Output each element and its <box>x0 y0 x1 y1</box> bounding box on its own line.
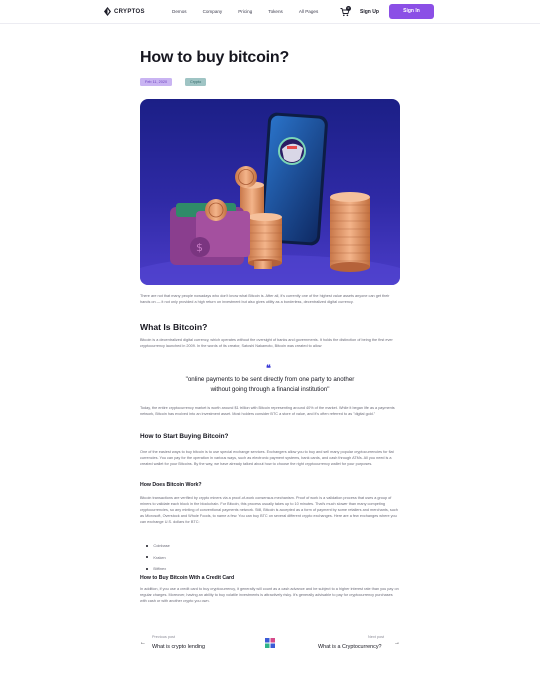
intro-paragraph: There are not that many people nowadays … <box>140 294 390 304</box>
exchange-list: Coinbase Kraken Bitfinex <box>146 540 170 575</box>
paragraph-credit-card: In addition, if you use a credit card to… <box>140 587 399 603</box>
previous-post-link[interactable]: What is crypto lending <box>152 644 205 650</box>
paragraph-what-is-bitcoin: Bitcoin is a decentralized digital curre… <box>140 338 393 348</box>
article-title: How to buy bitcoin? <box>140 49 290 66</box>
menu-item-pricing[interactable]: Pricing <box>238 9 252 14</box>
logo[interactable]: CRYPTOS <box>104 7 145 16</box>
bullet-icon <box>146 544 149 547</box>
sign-in-button[interactable]: Sign In <box>389 4 434 19</box>
category-tag[interactable]: Crypto <box>185 78 207 86</box>
bullet-icon <box>146 556 149 559</box>
quote-icon: ❝ <box>266 364 271 374</box>
cart-count-badge: 0 <box>346 6 351 11</box>
heading-how-to-start: How to Start Buying Bitcoin? <box>140 433 229 440</box>
sign-up-link[interactable]: Sign Up <box>360 9 379 15</box>
next-arrow-icon[interactable]: → <box>394 640 400 646</box>
paragraph-after-quote: Today, the entire cryptocurrency market … <box>140 406 395 416</box>
next-post-link[interactable]: What is a Cryptocurrency? <box>318 644 382 650</box>
heading-credit-card: How to Buy Bitcoin With a Credit Card <box>140 575 235 581</box>
list-item: Coinbase <box>146 540 170 552</box>
next-post-label: Next post <box>368 635 385 639</box>
list-item: Bitfinex <box>146 563 170 575</box>
menu-item-tokens[interactable]: Tokens <box>268 9 283 14</box>
grid-icon[interactable] <box>265 638 275 648</box>
top-navbar: CRYPTOS Demos Company Pricing Tokens All… <box>0 0 540 24</box>
previous-post-label: Previous post <box>152 635 176 639</box>
heading-how-bitcoin-works: How Does Bitcoin Work? <box>140 482 202 488</box>
date-badge: Feb 11, 2020 <box>140 78 173 86</box>
list-item: Kraken <box>146 552 170 564</box>
menu-item-company[interactable]: Company <box>203 9 223 14</box>
previous-arrow-icon[interactable]: ← <box>140 640 146 646</box>
logo-icon <box>104 7 111 16</box>
coin-stack-right <box>330 192 370 272</box>
heading-what-is-bitcoin: What Is Bitcoin? <box>140 322 208 332</box>
menu-item-demos[interactable]: Demos <box>172 9 187 14</box>
paragraph-how-to-start: One of the easiest ways to buy bitcoin i… <box>140 450 394 466</box>
svg-text:$: $ <box>196 241 203 254</box>
menu-item-all-pages[interactable]: All Pages <box>299 9 318 14</box>
hero-image: $ <box>140 99 400 285</box>
pull-quote: "online payments to be sent directly fro… <box>185 376 355 393</box>
logo-text: CRYPTOS <box>114 8 145 15</box>
main-menu: Demos Company Pricing Tokens All Pages <box>172 9 334 14</box>
bullet-icon <box>146 567 149 570</box>
paragraph-how-bitcoin-works: Bitcoin transactions are verified by cry… <box>140 496 398 524</box>
